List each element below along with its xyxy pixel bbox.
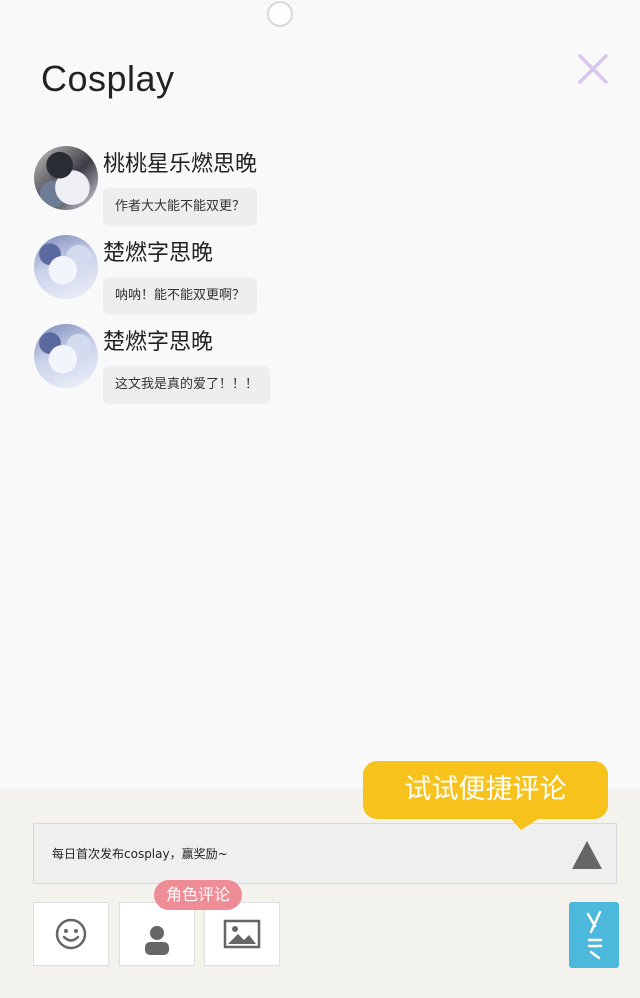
input-placeholder: 每日首次发布cosplay，赢奖励~ xyxy=(52,847,228,861)
person-icon xyxy=(145,926,169,955)
avatar[interactable] xyxy=(34,235,98,299)
comment-text: 这文我是真的爱了！！！ xyxy=(103,366,271,404)
side-tag-icon xyxy=(586,910,603,960)
tip-tail xyxy=(505,812,549,830)
comment-username[interactable]: 楚燃字思晚 xyxy=(103,324,213,356)
emoji-icon xyxy=(55,918,87,950)
comment-text: 呐呐！能不能双更啊？ xyxy=(103,277,258,315)
emoji-button[interactable] xyxy=(33,902,109,966)
send-button[interactable] xyxy=(571,840,603,870)
avatar[interactable] xyxy=(34,324,98,388)
page-title: Cosplay xyxy=(41,58,175,99)
cosplay-comment-page: Cosplay 桃桃星乐燃思晚 作者大大能不能双更？ 楚燃字思晚 呐呐！能不能双… xyxy=(0,0,640,998)
comment-text: 作者大大能不能双更？ xyxy=(103,188,258,226)
comment-username[interactable]: 楚燃字思晚 xyxy=(103,235,213,267)
role-button[interactable] xyxy=(119,902,195,966)
camera-indicator xyxy=(267,1,293,27)
quick-comment-tip[interactable]: 试试便捷评论 xyxy=(363,761,608,819)
comment-username[interactable]: 桃桃星乐燃思晚 xyxy=(103,146,257,178)
close-x-icon xyxy=(578,54,608,84)
triangle-up-icon xyxy=(572,841,602,869)
comment-input[interactable]: 每日首次发布cosplay，赢奖励~ xyxy=(33,823,617,884)
close-button[interactable] xyxy=(574,50,612,88)
image-button[interactable] xyxy=(204,902,280,966)
side-tag-button[interactable] xyxy=(569,902,619,968)
role-comment-badge[interactable]: 角色评论 xyxy=(154,880,243,910)
avatar[interactable] xyxy=(34,146,98,210)
image-icon xyxy=(223,919,261,949)
